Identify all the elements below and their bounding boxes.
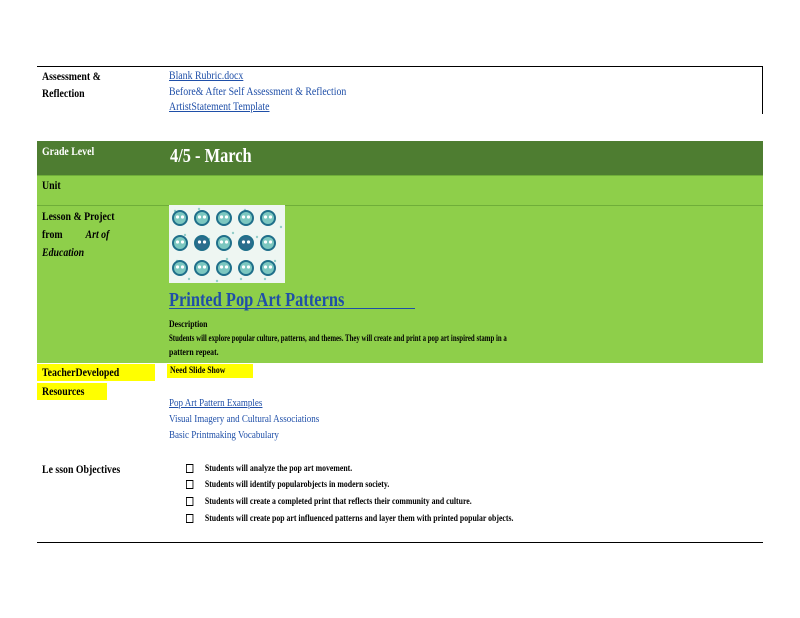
blank-rubric-link[interactable]: Blank Rubric.docx <box>169 67 243 83</box>
table-top-border <box>37 66 763 67</box>
pop-art-examples-link[interactable]: Pop Art Pattern Examples <box>169 397 262 410</box>
grade-level-label: Grade Level <box>42 144 95 158</box>
teacher-resources-label-line1: TeacherDeveloped <box>42 365 120 379</box>
unit-label: Unit <box>42 178 61 192</box>
table-right-border <box>762 66 763 114</box>
skull-pattern-svg <box>169 205 285 283</box>
lesson-objectives-label: Le sson Objectives <box>42 462 121 476</box>
grade-row <box>37 141 763 175</box>
grade-level-value: 4/5 - March <box>170 145 252 167</box>
checkbox-bullet-icon <box>186 464 194 474</box>
lesson-label-line1: Lesson & Project <box>42 209 115 223</box>
checkbox-bullet-icon <box>186 514 194 524</box>
art-of-education-text: Art of <box>85 227 110 241</box>
objective-item: Students will create a completed print t… <box>186 494 472 510</box>
table-bottom-border <box>37 542 763 543</box>
lesson-label-line2: from Art of <box>42 226 109 243</box>
objective-item: Students will create pop art influenced … <box>186 511 513 527</box>
description-heading: Description <box>169 320 208 330</box>
objective-item: Students will analyze the pop art moveme… <box>186 461 352 477</box>
objective-text: Students will create pop art influenced … <box>204 514 514 524</box>
need-slide-show-text: Need Slide Show <box>170 366 226 376</box>
skull-pattern-image <box>169 205 285 283</box>
printmaking-vocabulary-link[interactable]: Basic Printmaking Vocabulary <box>169 429 279 442</box>
project-title-underline <box>169 308 415 309</box>
checkbox-bullet-icon <box>186 497 194 507</box>
objective-text: Students will identify popularobjects in… <box>204 480 390 490</box>
assessment-label-line1: Assessment & <box>42 69 101 83</box>
checkbox-bullet-icon <box>186 480 194 490</box>
objective-item: Students will identify popularobjects in… <box>186 477 389 493</box>
self-assessment-link[interactable]: Before& After Self Assessment & Reflecti… <box>169 83 346 99</box>
lesson-label-from: from <box>42 227 63 241</box>
unit-row <box>37 175 763 205</box>
assessment-label-line2: Reflection <box>42 86 85 100</box>
artist-statement-link[interactable]: ArtistStatement Template <box>169 98 270 114</box>
description-line1: Students will explore popular culture, p… <box>169 334 507 344</box>
description-line2: pattern repeat. <box>169 348 219 358</box>
lesson-label-line3: Education <box>42 245 85 259</box>
teacher-resources-label-line2: Resources <box>42 384 85 398</box>
visual-imagery-link[interactable]: Visual Imagery and Cultural Associations <box>169 413 319 426</box>
row-divider <box>37 205 763 206</box>
objective-text: Students will analyze the pop art moveme… <box>204 464 353 474</box>
objective-text: Students will create a completed print t… <box>204 497 472 507</box>
row-divider <box>37 175 763 176</box>
